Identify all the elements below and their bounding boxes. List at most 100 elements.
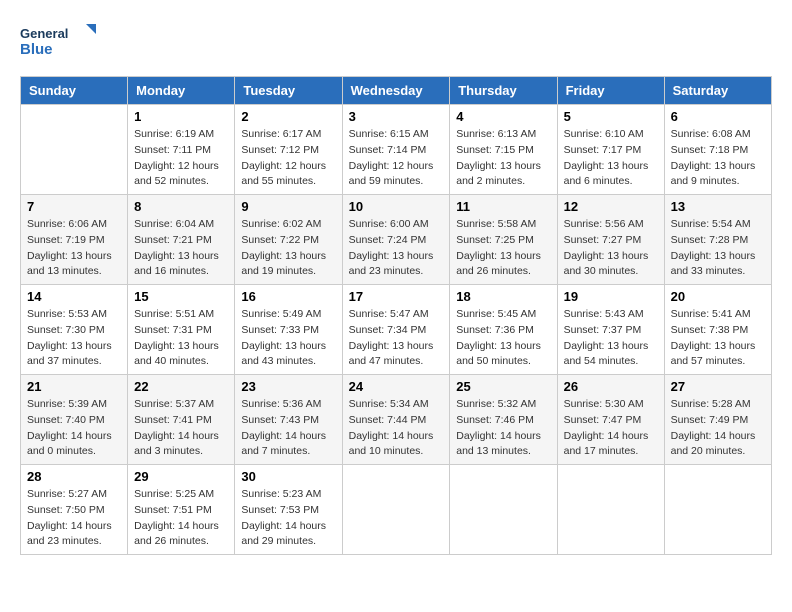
day-info: Sunrise: 5:47 AM Sunset: 7:34 PM Dayligh… (349, 307, 444, 370)
day-number: 14 (27, 289, 121, 304)
calendar-table: SundayMondayTuesdayWednesdayThursdayFrid… (20, 76, 772, 555)
calendar-cell: 9Sunrise: 6:02 AM Sunset: 7:22 PM Daylig… (235, 195, 342, 285)
day-number: 1 (134, 109, 228, 124)
weekday-header: Saturday (664, 77, 771, 105)
calendar-cell: 17Sunrise: 5:47 AM Sunset: 7:34 PM Dayli… (342, 285, 450, 375)
day-info: Sunrise: 5:25 AM Sunset: 7:51 PM Dayligh… (134, 487, 228, 550)
day-info: Sunrise: 5:58 AM Sunset: 7:25 PM Dayligh… (456, 217, 550, 280)
day-number: 9 (241, 199, 335, 214)
day-info: Sunrise: 6:08 AM Sunset: 7:18 PM Dayligh… (671, 127, 765, 190)
day-info: Sunrise: 6:15 AM Sunset: 7:14 PM Dayligh… (349, 127, 444, 190)
day-number: 25 (456, 379, 550, 394)
calendar-cell: 1 Sunrise: 6:19 AM Sunset: 7:11 PM Daylig… (128, 105, 235, 195)
day-number: 27 (671, 379, 765, 394)
calendar-cell (21, 105, 128, 195)
calendar-cell (450, 465, 557, 555)
day-info: Sunrise: 5:45 AM Sunset: 7:36 PM Dayligh… (456, 307, 550, 370)
calendar-body: 1 Sunrise: 6:19 AM Sunset: 7:11 PM Daylig… (21, 105, 772, 555)
day-number: 15 (134, 289, 228, 304)
day-number: 6 (671, 109, 765, 124)
calendar-week-row: 1 Sunrise: 6:19 AM Sunset: 7:11 PM Daylig… (21, 105, 772, 195)
day-info: Sunrise: 5:28 AM Sunset: 7:49 PM Dayligh… (671, 397, 765, 460)
day-info: Sunrise: 5:54 AM Sunset: 7:28 PM Dayligh… (671, 217, 765, 280)
day-number: 28 (27, 469, 121, 484)
calendar-cell: 3 Sunrise: 6:15 AM Sunset: 7:14 PM Daylig… (342, 105, 450, 195)
calendar-cell: 22Sunrise: 5:37 AM Sunset: 7:41 PM Dayli… (128, 375, 235, 465)
weekday-header: Friday (557, 77, 664, 105)
calendar-cell (664, 465, 771, 555)
day-info: Sunrise: 5:43 AM Sunset: 7:37 PM Dayligh… (564, 307, 658, 370)
day-number: 4 (456, 109, 550, 124)
calendar-cell: 16 Sunrise: 5:49 AM Sunset: 7:33 PM Dayli… (235, 285, 342, 375)
svg-text:Blue: Blue (20, 41, 53, 58)
calendar-cell: 29 Sunrise: 5:25 AM Sunset: 7:51 PM Dayli… (128, 465, 235, 555)
day-info: Sunrise: 5:27 AM Sunset: 7:50 PM Dayligh… (27, 487, 121, 550)
day-info: Sunrise: 5:32 AM Sunset: 7:46 PM Dayligh… (456, 397, 550, 460)
day-info: Sunrise: 5:41 AM Sunset: 7:38 PM Dayligh… (671, 307, 765, 370)
day-number: 8 (134, 199, 228, 214)
day-number: 29 (134, 469, 228, 484)
calendar-cell: 14 Sunrise: 5:53 AM Sunset: 7:30 PM Dayli… (21, 285, 128, 375)
calendar-cell: 11 Sunrise: 5:58 AM Sunset: 7:25 PM Dayli… (450, 195, 557, 285)
page-header: General Blue (20, 20, 772, 60)
calendar-header-row: SundayMondayTuesdayWednesdayThursdayFrid… (21, 77, 772, 105)
calendar-cell: 23 Sunrise: 5:36 AM Sunset: 7:43 PM Dayli… (235, 375, 342, 465)
calendar-cell: 28 Sunrise: 5:27 AM Sunset: 7:50 PM Dayli… (21, 465, 128, 555)
day-number: 7 (27, 199, 121, 214)
weekday-header: Sunday (21, 77, 128, 105)
day-info: Sunrise: 6:19 AM Sunset: 7:11 PM Dayligh… (134, 127, 228, 190)
calendar-cell: 18 Sunrise: 5:45 AM Sunset: 7:36 PM Dayli… (450, 285, 557, 375)
calendar-cell: 30Sunrise: 5:23 AM Sunset: 7:53 PM Dayli… (235, 465, 342, 555)
day-info: Sunrise: 5:30 AM Sunset: 7:47 PM Dayligh… (564, 397, 658, 460)
calendar-cell: 19 Sunrise: 5:43 AM Sunset: 7:37 PM Dayli… (557, 285, 664, 375)
calendar-cell: 21 Sunrise: 5:39 AM Sunset: 7:40 PM Dayli… (21, 375, 128, 465)
day-number: 11 (456, 199, 550, 214)
calendar-week-row: 28 Sunrise: 5:27 AM Sunset: 7:50 PM Dayli… (21, 465, 772, 555)
day-info: Sunrise: 6:13 AM Sunset: 7:15 PM Dayligh… (456, 127, 550, 190)
logo-svg: General Blue (20, 20, 100, 60)
calendar-cell: 27 Sunrise: 5:28 AM Sunset: 7:49 PM Dayli… (664, 375, 771, 465)
day-number: 23 (241, 379, 335, 394)
day-number: 18 (456, 289, 550, 304)
day-info: Sunrise: 5:49 AM Sunset: 7:33 PM Dayligh… (241, 307, 335, 370)
day-info: Sunrise: 5:36 AM Sunset: 7:43 PM Dayligh… (241, 397, 335, 460)
calendar-cell: 12 Sunrise: 5:56 AM Sunset: 7:27 PM Dayli… (557, 195, 664, 285)
day-info: Sunrise: 6:04 AM Sunset: 7:21 PM Dayligh… (134, 217, 228, 280)
day-info: Sunrise: 6:10 AM Sunset: 7:17 PM Dayligh… (564, 127, 658, 190)
weekday-header: Tuesday (235, 77, 342, 105)
day-number: 26 (564, 379, 658, 394)
calendar-cell: 2Sunrise: 6:17 AM Sunset: 7:12 PM Daylig… (235, 105, 342, 195)
day-number: 22 (134, 379, 228, 394)
calendar-week-row: 14 Sunrise: 5:53 AM Sunset: 7:30 PM Dayli… (21, 285, 772, 375)
calendar-cell: 7 Sunrise: 6:06 AM Sunset: 7:19 PM Daylig… (21, 195, 128, 285)
calendar-cell (557, 465, 664, 555)
day-number: 13 (671, 199, 765, 214)
day-info: Sunrise: 5:39 AM Sunset: 7:40 PM Dayligh… (27, 397, 121, 460)
day-info: Sunrise: 6:00 AM Sunset: 7:24 PM Dayligh… (349, 217, 444, 280)
day-number: 30 (241, 469, 335, 484)
calendar-cell: 10Sunrise: 6:00 AM Sunset: 7:24 PM Dayli… (342, 195, 450, 285)
day-info: Sunrise: 5:34 AM Sunset: 7:44 PM Dayligh… (349, 397, 444, 460)
calendar-cell: 26 Sunrise: 5:30 AM Sunset: 7:47 PM Dayli… (557, 375, 664, 465)
day-number: 21 (27, 379, 121, 394)
day-number: 16 (241, 289, 335, 304)
day-number: 12 (564, 199, 658, 214)
weekday-header: Wednesday (342, 77, 450, 105)
calendar-week-row: 7 Sunrise: 6:06 AM Sunset: 7:19 PM Daylig… (21, 195, 772, 285)
day-number: 2 (241, 109, 335, 124)
day-number: 5 (564, 109, 658, 124)
svg-text:General: General (20, 26, 68, 41)
calendar-cell: 13 Sunrise: 5:54 AM Sunset: 7:28 PM Dayli… (664, 195, 771, 285)
day-info: Sunrise: 6:06 AM Sunset: 7:19 PM Dayligh… (27, 217, 121, 280)
calendar-week-row: 21 Sunrise: 5:39 AM Sunset: 7:40 PM Dayli… (21, 375, 772, 465)
calendar-cell: 5 Sunrise: 6:10 AM Sunset: 7:17 PM Daylig… (557, 105, 664, 195)
day-info: Sunrise: 5:53 AM Sunset: 7:30 PM Dayligh… (27, 307, 121, 370)
day-info: Sunrise: 5:56 AM Sunset: 7:27 PM Dayligh… (564, 217, 658, 280)
weekday-header: Monday (128, 77, 235, 105)
calendar-cell: 6 Sunrise: 6:08 AM Sunset: 7:18 PM Daylig… (664, 105, 771, 195)
day-number: 3 (349, 109, 444, 124)
calendar-cell (342, 465, 450, 555)
day-info: Sunrise: 5:51 AM Sunset: 7:31 PM Dayligh… (134, 307, 228, 370)
calendar-cell: 24Sunrise: 5:34 AM Sunset: 7:44 PM Dayli… (342, 375, 450, 465)
day-number: 19 (564, 289, 658, 304)
